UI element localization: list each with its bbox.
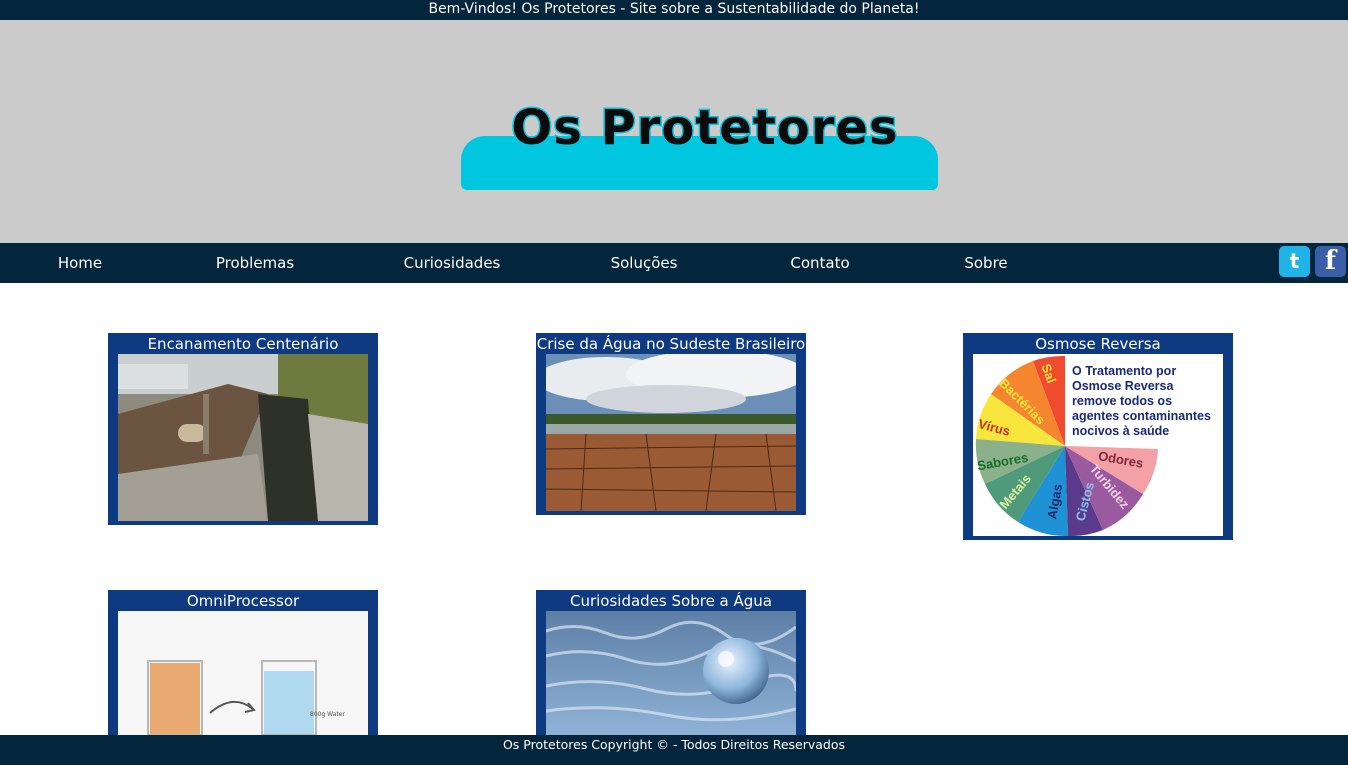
card-omniprocessor[interactable]: OmniProcessor 800g Water — [108, 590, 378, 735]
nav-solucoes[interactable]: Soluções — [611, 243, 678, 283]
osmosis-caption: O Tratamento por Osmose Reversa remove t… — [1072, 364, 1222, 439]
welcome-bar: Bem-Vindos! Os Protetores - Site sobre a… — [0, 0, 1348, 20]
nav-curiosidades[interactable]: Curiosidades — [404, 243, 501, 283]
welcome-text: Bem-Vindos! Os Protetores - Site sobre a… — [428, 1, 920, 17]
nav-sobre[interactable]: Sobre — [964, 243, 1007, 283]
card-title: Osmose Reversa — [1035, 335, 1161, 353]
card-image-water-sphere — [546, 611, 796, 735]
caption-line: agentes contaminantes — [1072, 409, 1211, 423]
caption-line: O Tratamento por — [1072, 364, 1177, 378]
main-nav: Home Problemas Curiosidades Soluções Con… — [0, 243, 1348, 283]
nav-contato[interactable]: Contato — [790, 243, 849, 283]
copyright-text: Os Protetores Copyright © - Todos Direit… — [502, 737, 846, 752]
card-image-osmosis-chart: O Tratamento por Osmose Reversa remove t… — [973, 354, 1223, 536]
card-title: Crise da Água no Sudeste Brasileiro — [536, 335, 806, 353]
footer: Os Protetores Copyright © - Todos Direit… — [0, 735, 1348, 765]
card-image-beakers: 800g Water — [118, 611, 368, 735]
site-logo[interactable]: Os Protetores — [470, 99, 940, 158]
card-curiosidades-agua[interactable]: Curiosidades Sobre a Água — [536, 590, 806, 735]
facebook-icon[interactable]: f — [1315, 246, 1346, 277]
card-osmose-reversa[interactable]: Osmose Reversa O Tratamento por Osmose R… — [963, 333, 1233, 540]
card-image-broken-pipe — [118, 354, 368, 521]
nav-problemas[interactable]: Problemas — [216, 243, 294, 283]
caption-line: nocivos à saúde — [1072, 424, 1170, 438]
card-title: Curiosidades Sobre a Água — [569, 592, 773, 610]
card-image-dry-reservoir — [546, 354, 796, 511]
card-title: OmniProcessor — [186, 592, 300, 610]
caption-line: remove todos os — [1072, 394, 1173, 408]
card-title: Encanamento Centenário — [147, 335, 339, 353]
twitter-icon[interactable]: t — [1279, 246, 1310, 277]
caption-line: Osmose Reversa — [1072, 379, 1174, 393]
beaker-label: 800g Water — [310, 711, 345, 718]
card-crise-agua[interactable]: Crise da Água no Sudeste Brasileiro — [536, 333, 806, 515]
card-encanamento[interactable]: Encanamento Centenário — [108, 333, 378, 525]
nav-home[interactable]: Home — [58, 243, 102, 283]
